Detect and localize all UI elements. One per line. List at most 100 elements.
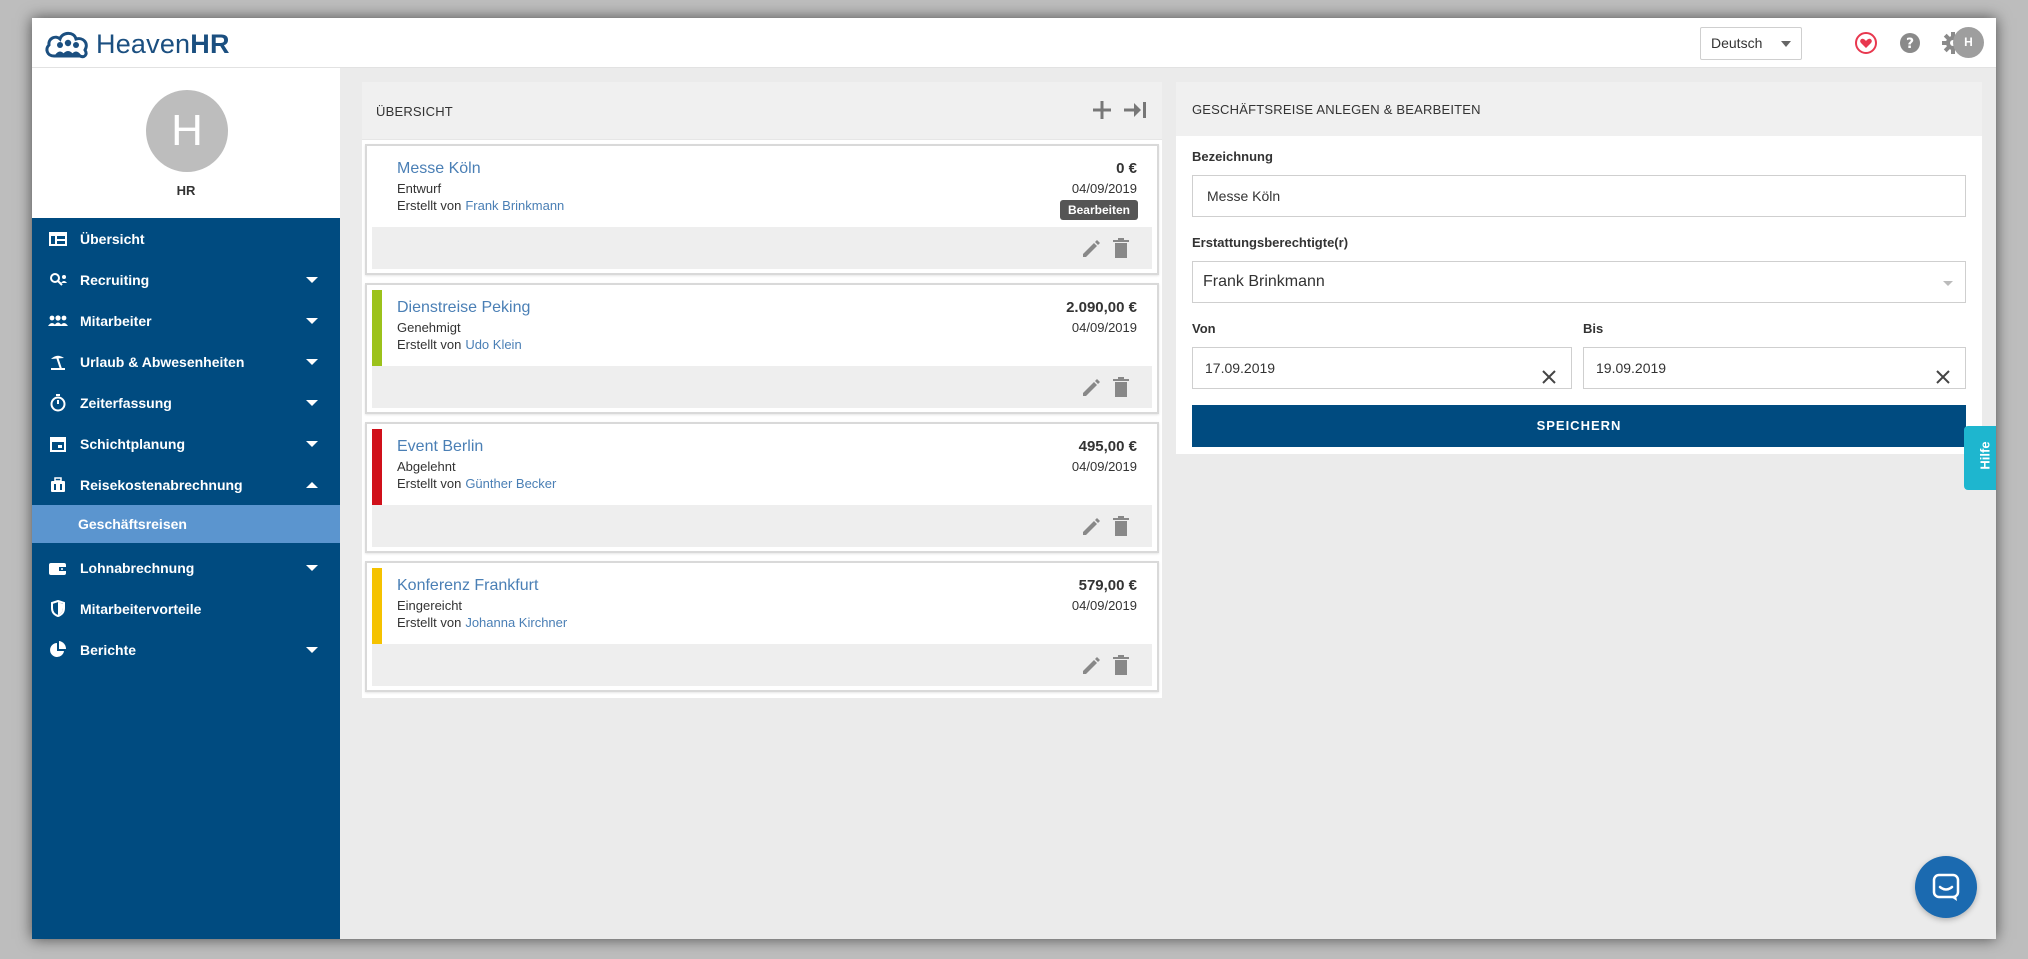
overview-header: ÜBERSICHT [362, 82, 1162, 140]
trip-creator: Erstellt von Udo Klein [397, 337, 522, 352]
sidebar-item-label: Übersicht [80, 230, 145, 247]
heavenhr-logo[interactable]: HeavenHR [44, 26, 230, 62]
delete-trash-icon[interactable] [1112, 376, 1130, 398]
language-select[interactable]: Deutsch [1700, 27, 1802, 60]
created-by-label: Erstellt von [397, 337, 462, 352]
chat-icon [1932, 873, 1960, 901]
trip-title[interactable]: Event Berlin [397, 438, 483, 456]
recruiting-icon [48, 270, 68, 290]
status-bar [372, 151, 382, 227]
heart-icon[interactable] [1854, 31, 1878, 55]
status-bar [372, 568, 382, 644]
trip-date: 04/09/2019 [1071, 320, 1137, 335]
bis-value: 19.09.2019 [1596, 360, 1667, 376]
trip-date: 04/09/2019 [1071, 459, 1137, 474]
sidebar-subitem-geschaeftsreisen[interactable]: Geschäftsreisen [32, 505, 340, 543]
edit-pencil-icon[interactable] [1080, 238, 1102, 260]
brand-name: HeavenHR [96, 28, 230, 59]
trip-date: 04/09/2019 [1071, 181, 1137, 196]
help-side-tab[interactable]: Hilfe [1964, 426, 1996, 490]
chevron-down-icon [306, 565, 318, 571]
sidebar-item-uebersicht[interactable]: Übersicht [32, 218, 340, 259]
chevron-down-icon [1943, 281, 1953, 286]
app-window: HeavenHR Deutsch ? H H HR Übersicht Recr… [32, 18, 1996, 939]
status-bar [372, 290, 382, 366]
status-bar [372, 429, 382, 505]
profile-name: HR [176, 183, 196, 198]
trip-card[interactable]: Event Berlin Abgelehnt Erstellt von Günth… [365, 422, 1159, 553]
card-actions [372, 227, 1152, 269]
trip-title[interactable]: Dienstreise Peking [397, 299, 530, 317]
creator-link[interactable]: Frank Brinkmann [465, 198, 564, 213]
delete-trash-icon[interactable] [1112, 237, 1130, 259]
trip-creator: Erstellt von Johanna Kirchner [397, 615, 567, 630]
sidebar-item-label: Recruiting [80, 271, 150, 288]
pie-chart-icon [48, 640, 68, 660]
profile-section: H HR [32, 68, 340, 218]
sidebar-item-reisekostenabrechnung[interactable]: Reisekostenabrechnung [32, 464, 340, 505]
trip-status: Abgelehnt [397, 459, 456, 474]
created-by-label: Erstellt von [397, 198, 462, 213]
sidebar-item-label: Lohnabrechnung [80, 559, 195, 576]
creator-link[interactable]: Johanna Kirchner [465, 615, 567, 630]
trip-date: 04/09/2019 [1071, 598, 1137, 613]
edit-pencil-icon[interactable] [1080, 516, 1102, 538]
bis-date-input[interactable]: 19.09.2019 [1583, 347, 1966, 389]
sidebar-item-mitarbeitervorteile[interactable]: Mitarbeitervorteile [32, 588, 340, 629]
sidebar-item-zeiterfassung[interactable]: Zeiterfassung [32, 382, 340, 423]
chevron-down-icon [306, 359, 318, 365]
sidebar-item-schichtplanung[interactable]: Schichtplanung [32, 423, 340, 464]
edit-tooltip: Bearbeiten [1059, 200, 1138, 220]
save-button[interactable]: SPEICHERN [1192, 405, 1966, 447]
delete-trash-icon[interactable] [1112, 654, 1130, 676]
profile-avatar[interactable]: H [146, 90, 228, 172]
sidebar-item-recruiting[interactable]: Recruiting [32, 259, 340, 300]
trip-card[interactable]: Messe Köln Entwurf Erstellt von Frank Bri… [365, 144, 1159, 275]
overview-title: ÜBERSICHT [376, 104, 453, 119]
trip-title[interactable]: Konferenz Frankfurt [397, 577, 538, 595]
creator-link[interactable]: Udo Klein [465, 337, 521, 352]
trip-title[interactable]: Messe Köln [397, 160, 481, 178]
sidebar-item-urlaub[interactable]: Urlaub & Abwesenheiten [32, 341, 340, 382]
help-tab-label: Hilfe [1977, 441, 1993, 470]
creator-link[interactable]: Günther Becker [465, 476, 556, 491]
sidebar-item-lohnabrechnung[interactable]: Lohnabrechnung [32, 547, 340, 588]
bis-label: Bis [1583, 321, 1604, 336]
luggage-icon [48, 475, 68, 495]
sidebar-item-label: Urlaub & Abwesenheiten [80, 353, 245, 370]
language-value: Deutsch [1711, 35, 1763, 51]
add-plus-icon[interactable] [1090, 98, 1114, 122]
sidebar-item-mitarbeiter[interactable]: Mitarbeiter [32, 300, 340, 341]
help-icon[interactable]: ? [1898, 31, 1922, 55]
trip-card[interactable]: Konferenz Frankfurt Eingereicht Erstellt… [365, 561, 1159, 692]
trip-creator: Erstellt von Frank Brinkmann [397, 198, 564, 213]
trip-amount: 495,00 € [1078, 438, 1137, 455]
clear-x-icon[interactable] [1935, 360, 1951, 384]
von-label: Von [1192, 321, 1216, 336]
chevron-down-icon [306, 647, 318, 653]
sidebar-item-berichte[interactable]: Berichte [32, 629, 340, 670]
bezeichnung-input[interactable]: Messe Köln [1192, 175, 1966, 217]
collapse-panel-icon[interactable] [1122, 98, 1148, 122]
card-actions [372, 366, 1152, 408]
people-icon [48, 311, 68, 331]
chat-launcher[interactable] [1915, 856, 1977, 918]
chevron-down-icon [306, 441, 318, 447]
user-avatar[interactable]: H [1953, 27, 1984, 58]
delete-trash-icon[interactable] [1112, 515, 1130, 537]
clear-x-icon[interactable] [1541, 360, 1557, 384]
von-date-input[interactable]: 17.09.2019 [1192, 347, 1572, 389]
sidebar: H HR Übersicht Recruiting Mitarbeiter Ur… [32, 68, 340, 939]
sidebar-item-label: Berichte [80, 641, 137, 658]
erstattung-select[interactable]: Frank Brinkmann [1192, 261, 1966, 303]
bezeichnung-label: Bezeichnung [1192, 149, 1273, 164]
dashboard-icon [48, 229, 68, 249]
edit-pencil-icon[interactable] [1080, 655, 1102, 677]
von-value: 17.09.2019 [1205, 360, 1276, 376]
chevron-down-icon [306, 277, 318, 283]
form-header: GESCHÄFTSREISE ANLEGEN & BEARBEITEN [1176, 82, 1982, 136]
calendar-icon [48, 434, 68, 454]
trip-card[interactable]: Dienstreise Peking Genehmigt Erstellt vo… [365, 283, 1159, 414]
edit-pencil-icon[interactable] [1080, 377, 1102, 399]
shield-icon [48, 599, 68, 619]
